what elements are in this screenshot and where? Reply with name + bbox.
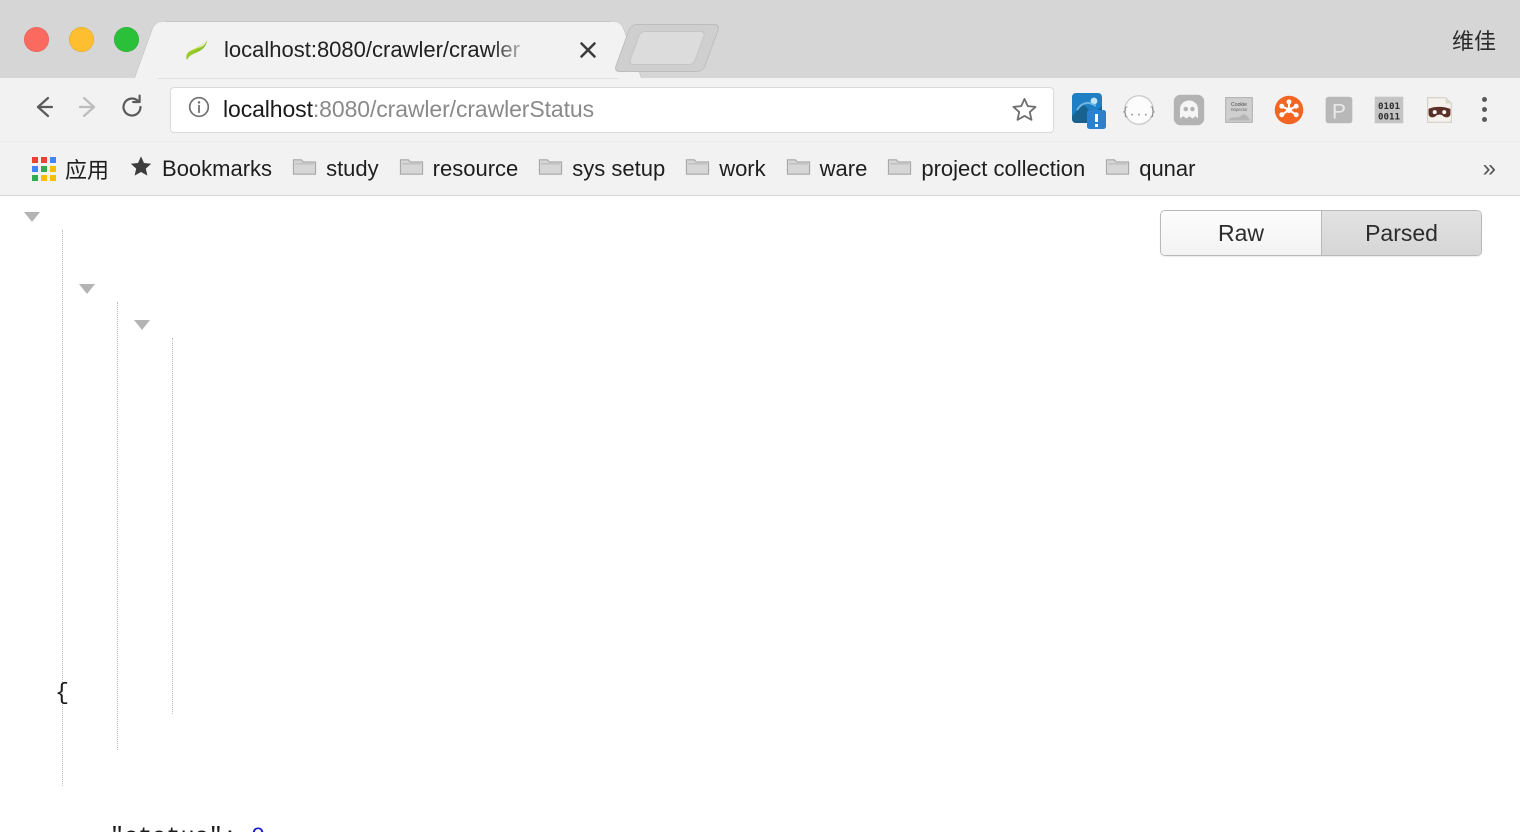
reload-button[interactable] [110,88,154,132]
folder-icon [887,155,912,183]
pocket-extension-icon[interactable]: P [1318,89,1360,131]
star-icon [129,154,153,183]
json-line-root-open: { [0,676,1520,712]
json-key-status: "status" [110,824,223,832]
svg-text:{...}: {...} [1122,104,1156,118]
apps-shortcut[interactable]: 应用 [22,149,119,189]
bookmarks-bar: 应用 Bookmarks study resource sys setup wo… [0,142,1520,196]
bookmark-folder-study[interactable]: study [282,151,389,187]
parsed-view-button[interactable]: Parsed [1321,211,1481,255]
url-host: localhost [223,96,313,122]
bookmark-label: sys setup [572,155,666,181]
bookmark-label: ware [819,155,868,181]
bookmark-label: resource [432,155,519,181]
bookmark-folder-ware[interactable]: ware [776,151,878,187]
svg-text:0101: 0101 [1378,102,1400,112]
svg-text:P: P [1332,100,1346,123]
apps-grid-icon [32,156,56,181]
colon: : [223,824,251,832]
menu-dot [1481,97,1487,102]
apps-label: 应用 [65,157,110,183]
url-display[interactable]: localhost:8080/crawler/crawlerStatus [223,96,1007,123]
indent-guide-item [172,338,173,714]
browser-toolbar: localhost:8080/crawler/crawlerStatus {..… [0,78,1520,142]
postman-extension-icon[interactable] [1068,89,1110,131]
bookmark-folder-sys-setup[interactable]: sys setup [528,151,675,187]
raw-view-button[interactable]: Raw [1161,211,1321,255]
json-line-status: "status": 0, [0,820,1520,832]
bookmark-folder-work[interactable]: work [675,151,775,187]
close-tab-button[interactable] [576,38,600,62]
octotree-extension-icon[interactable] [1268,89,1310,131]
close-window-button[interactable] [24,27,49,52]
tab-title: localhost:8080/crawler/crawler [224,37,520,62]
folder-icon [292,155,317,183]
bookmark-label: work [719,155,766,181]
binary-viewer-extension-icon[interactable]: 0101 0011 [1368,89,1410,131]
collapse-triangle-data[interactable] [79,284,95,294]
ghostery-extension-icon[interactable] [1168,89,1210,131]
reload-icon [118,93,146,126]
minimize-window-button[interactable] [69,27,94,52]
folder-icon [685,155,710,183]
three-dot-menu-icon[interactable] [1464,88,1504,132]
svg-text:0011: 0011 [1378,112,1400,122]
back-arrow-icon [30,93,58,126]
folder-icon [1105,155,1130,183]
collapse-triangle-item[interactable] [134,320,150,330]
svg-text:Inspector: Inspector [1230,106,1248,111]
page-info-icon[interactable] [187,95,211,124]
json-viewer-panel: Raw Parsed { "status": 0, "message": "su… [0,196,1520,832]
window-controls [24,27,139,52]
forward-arrow-icon [74,93,102,126]
bookmark-item-bookmarks[interactable]: Bookmarks [119,150,282,187]
new-tab-shape-inner [627,31,707,65]
json-formatter-extension-icon[interactable]: {...} [1118,89,1160,131]
bookmark-label: study [326,155,379,181]
profile-name[interactable]: 维佳 [1452,24,1496,56]
bookmarks-overflow-button[interactable]: » [1473,151,1506,187]
bookmark-folder-resource[interactable]: resource [389,151,529,187]
bookmark-label: Bookmarks [162,155,273,181]
tab-strip: localhost:8080/crawler/crawler 维佳 [0,0,1520,78]
menu-dot [1481,107,1487,112]
url-path: :8080/crawler/crawlerStatus [312,96,594,122]
brace-open: { [55,680,70,707]
bookmark-label: project collection [921,155,1086,181]
comma: , [265,824,279,832]
view-mode-toggle: Raw Parsed [1160,210,1482,256]
collapse-triangle-root[interactable] [24,212,40,222]
bookmark-star-icon[interactable] [1007,93,1041,127]
json-content: { "status": 0, "message": "success", "da… [0,196,1520,832]
maximize-window-button[interactable] [114,27,139,52]
cookie-inspector-extension-icon[interactable]: Cookie Inspector [1218,89,1260,131]
browser-tab[interactable]: localhost:8080/crawler/crawler [158,22,618,78]
back-button[interactable] [22,88,66,132]
bookmark-label: qunar [1139,155,1196,181]
user-agent-switcher-extension-icon[interactable] [1418,89,1460,131]
extensions-tray: {...} Cookie Inspector P 0101 0011 [1068,89,1460,131]
folder-icon [786,155,811,183]
bookmark-folder-project-collection[interactable]: project collection [877,151,1095,187]
bookmark-folder-qunar[interactable]: qunar [1095,151,1205,187]
spring-leaf-icon [184,37,210,63]
folder-icon [538,155,563,183]
forward-button[interactable] [66,88,110,132]
menu-dot [1481,117,1487,122]
address-bar[interactable]: localhost:8080/crawler/crawlerStatus [170,86,1054,133]
folder-icon [399,155,424,183]
new-tab-button[interactable] [613,24,721,72]
json-value-status: 0 [251,824,265,832]
